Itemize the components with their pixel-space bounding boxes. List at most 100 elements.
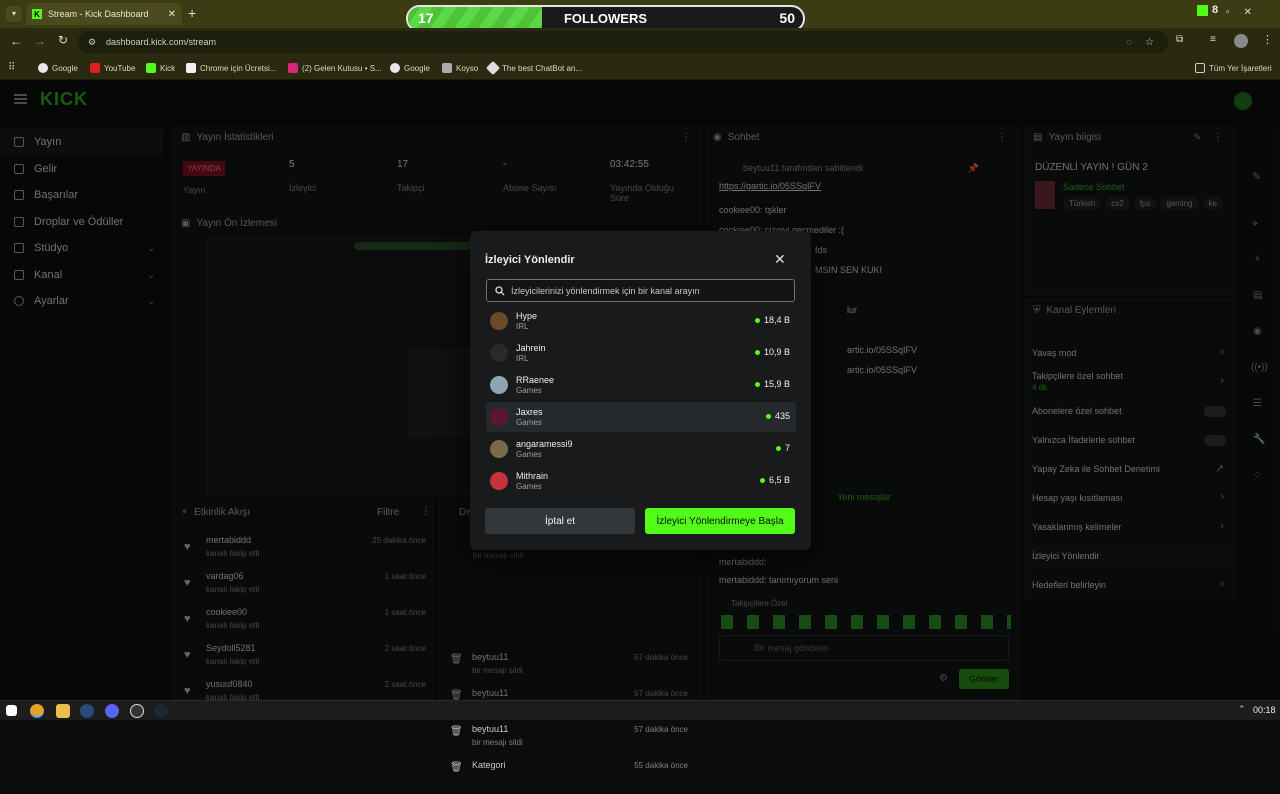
channel-avatar (490, 408, 508, 426)
start-raid-button[interactable]: İzleyici Yönlendirmeye Başla (645, 508, 795, 534)
extension-badge: 8 (1212, 4, 1219, 16)
live-dot-icon (775, 445, 781, 451)
channel-option[interactable]: Mithrain Games 6,5 B (486, 466, 796, 496)
back-button[interactable]: ← (10, 34, 22, 48)
mod-time: 57 dakika önce (634, 725, 688, 734)
obs-taskbar-icon[interactable] (130, 704, 144, 718)
bookmark-chatbot[interactable]: The best ChatBot an... (485, 56, 582, 80)
windows-start-icon[interactable] (6, 705, 17, 716)
bookmark-chrome[interactable]: Chrome için Ücretsi... (186, 56, 276, 80)
new-tab-button[interactable]: + (188, 5, 196, 21)
channel-category: Games (516, 449, 542, 459)
channel-text: Mithrain Games (516, 471, 548, 492)
bookmark-label: Kick (160, 63, 176, 73)
image-icon (186, 63, 196, 73)
viewer-count-value: 435 (774, 411, 790, 421)
channel-name: Jaxres (516, 406, 543, 417)
url-field[interactable]: ⚙ dashboard.kick.com/stream ◌ ☆ (78, 31, 1168, 53)
channel-option[interactable]: Hype IRL 18,4 B (486, 306, 796, 336)
raid-modal: İzleyici Yönlendir ✕ İzleyicilerinizi yö… (470, 231, 811, 550)
tab-list-button[interactable]: ▾ (6, 6, 22, 22)
mod-item: 🗑 beytuu11 bir mesajı sildi 57 dakika önce (446, 724, 696, 758)
live-dot-icon (754, 317, 760, 323)
trash-icon: 🗑 (450, 762, 463, 773)
mod-desc: bir mesajı sildi (472, 738, 523, 747)
mod-user[interactable]: Kategori (472, 760, 506, 770)
channel-option[interactable]: angaramessi9 Games 7 (486, 434, 796, 464)
viewer-count-value: 10,9 B (763, 347, 790, 357)
bookmark-label: Koyso (456, 63, 479, 73)
viewer-count: 6,5 B (759, 475, 790, 485)
channel-avatar (490, 376, 508, 394)
bookmark-google-2[interactable]: Google (390, 56, 430, 80)
channel-name: angaramessi9 (516, 438, 573, 449)
kick-icon (146, 63, 156, 73)
close-tab-icon[interactable]: ✕ (168, 9, 176, 20)
folder-icon (1195, 63, 1205, 73)
channel-option[interactable]: Jahrein IRL 10,9 B (486, 338, 796, 368)
close-icon[interactable]: ✕ (774, 252, 788, 266)
channel-category: Games (516, 481, 542, 491)
modal-title: İzleyici Yönlendir (485, 254, 575, 266)
bookmark-label: Chrome için Ücretsi... (200, 63, 277, 73)
viewer-count-value: 6,5 B (768, 475, 790, 485)
apps-icon[interactable]: ⠿ (8, 62, 15, 73)
explorer-taskbar-icon[interactable] (56, 704, 70, 718)
bookmark-instagram[interactable]: (2) Gelen Kutusu • S... (288, 56, 382, 80)
chrome-taskbar-icon[interactable] (30, 704, 44, 718)
google-icon (390, 63, 400, 73)
window-controls: ▫✕ (1226, 7, 1266, 18)
bookmark-label: (2) Gelen Kutusu • S... (302, 63, 382, 73)
live-dot-icon (759, 477, 765, 483)
profile-avatar[interactable] (1234, 34, 1248, 48)
channel-search-input[interactable]: İzleyicilerinizi yönlendirmek için bir k… (486, 279, 795, 302)
discord-taskbar-icon[interactable] (105, 704, 119, 718)
channel-avatar (490, 344, 508, 362)
browser-tab[interactable]: K Stream - Kick Dashboard ✕ (26, 3, 182, 25)
channel-option[interactable]: RRaenee Games 15,9 B (486, 370, 796, 400)
channel-name: Jahrein (516, 342, 546, 353)
viewer-count: 7 (775, 443, 790, 453)
mod-user[interactable]: beytuu11 (472, 724, 508, 734)
extension-kick-icon[interactable]: 8 (1197, 4, 1218, 16)
viewer-count: 18,4 B (754, 315, 790, 325)
channel-category: IRL (516, 353, 529, 363)
trash-icon: 🗑 (450, 726, 463, 737)
steam-taskbar-icon[interactable] (80, 704, 94, 718)
channel-name: Hype (516, 310, 538, 321)
bookmark-star-icon[interactable]: ☆ (1145, 37, 1154, 48)
url-text: dashboard.kick.com/stream (106, 37, 217, 47)
bookmark-label: Google (52, 63, 78, 73)
followers-goal: 50 (779, 10, 795, 26)
eye-off-icon[interactable]: ◌ (1127, 37, 1132, 47)
media-icon[interactable]: ≡ (1210, 34, 1216, 45)
channel-text: Jaxres Games (516, 407, 543, 428)
minimize-button[interactable] (1200, 2, 1201, 3)
tab-title: Stream - Kick Dashboard (48, 9, 149, 19)
all-bookmarks[interactable]: Tüm Yer İşaretleri (1195, 56, 1272, 80)
channel-option[interactable]: Jaxres Games 435 (486, 402, 796, 432)
reload-button[interactable]: ↻ (58, 33, 68, 47)
bookmark-kick[interactable]: Kick (146, 56, 175, 80)
live-dot-icon (754, 381, 760, 387)
channel-avatar (490, 440, 508, 458)
live-dot-icon (754, 349, 760, 355)
tray-chevron-icon[interactable]: ⌃ (1238, 704, 1246, 715)
channel-name: Mithrain (516, 470, 549, 481)
site-info-icon[interactable]: ⚙ (88, 37, 96, 48)
bookmark-youtube[interactable]: YouTube (90, 56, 135, 80)
clock: 00:18 (1253, 705, 1276, 715)
channel-avatar (490, 472, 508, 490)
extensions-icon[interactable]: ⧉ (1176, 34, 1183, 45)
bookmarks-bar: ⠿ Google YouTube Kick Chrome için Ücrets… (0, 56, 1280, 80)
bookmark-koyso[interactable]: Koyso (442, 56, 478, 80)
cancel-button[interactable]: İptal et (485, 508, 635, 534)
bookmark-google[interactable]: Google (38, 56, 78, 80)
forward-button[interactable]: → (34, 34, 46, 48)
steam2-taskbar-icon[interactable] (154, 704, 168, 718)
channel-category: IRL (516, 321, 529, 331)
mod-time: 55 dakika önce (634, 761, 688, 770)
channel-avatar (490, 312, 508, 330)
menu-icon[interactable]: ⋮ (1262, 33, 1273, 46)
windows-taskbar: ⌃ 00:18 (0, 700, 1280, 720)
